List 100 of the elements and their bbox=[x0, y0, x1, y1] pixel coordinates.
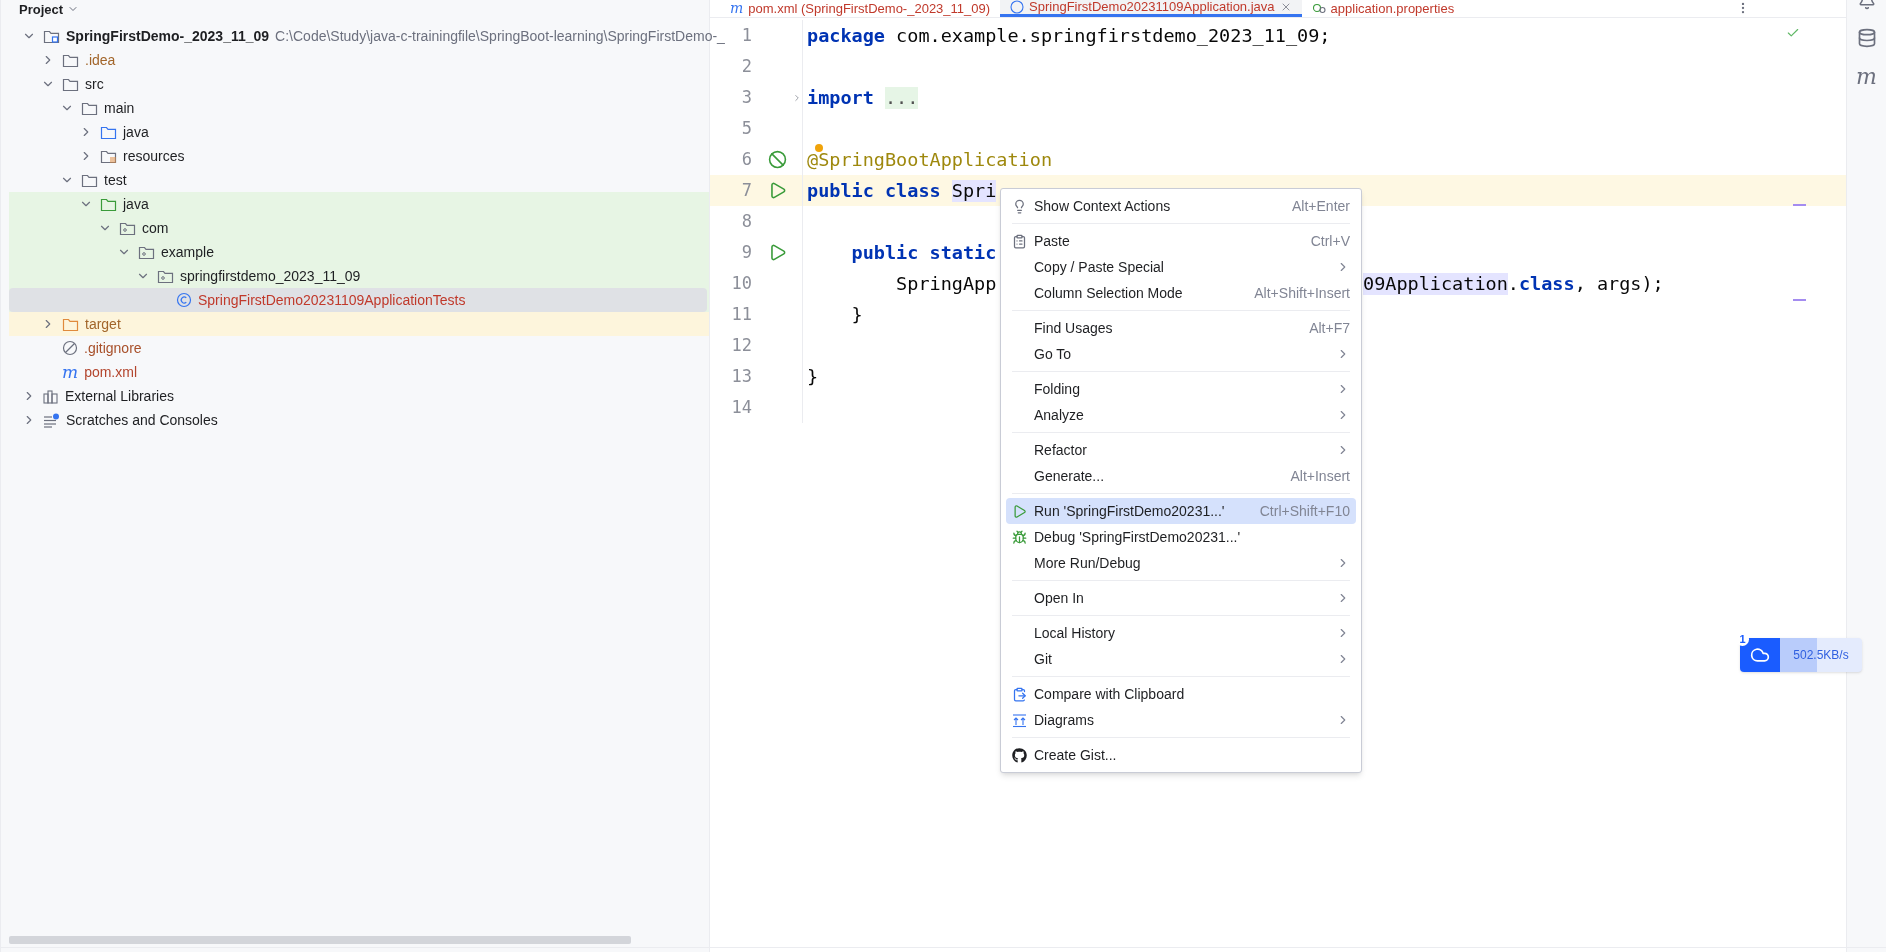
code-text: package bbox=[807, 24, 885, 47]
bug-icon bbox=[1012, 529, 1027, 545]
folder-icon bbox=[100, 196, 117, 212]
line-number: 3 bbox=[740, 85, 752, 109]
line-number: 5 bbox=[740, 116, 752, 140]
panel-title[interactable]: Project bbox=[19, 2, 64, 16]
tab-label: SpringFirstDemo20231109Application.java bbox=[1029, 0, 1275, 13]
menu-item[interactable]: Local History bbox=[1006, 620, 1356, 646]
tree-item[interactable]: java bbox=[9, 192, 707, 216]
tree-item[interactable]: example bbox=[9, 240, 707, 264]
menu-item[interactable]: Create Gist... bbox=[1006, 742, 1356, 768]
item-label: springfirstdemo_2023_11_09 bbox=[180, 266, 361, 286]
folder-icon bbox=[100, 148, 117, 164]
tree-item[interactable]: target bbox=[9, 312, 707, 336]
folder-icon bbox=[62, 52, 79, 68]
tree-item[interactable]: test bbox=[9, 168, 707, 192]
menu-item[interactable]: Folding bbox=[1006, 376, 1356, 402]
maven-icon[interactable]: m bbox=[1856, 66, 1877, 88]
tree-item[interactable]: m pom.xml bbox=[9, 360, 707, 384]
editor-tab[interactable]: SpringFirstDemo20231109Application.java bbox=[1000, 0, 1302, 17]
horizontal-scrollbar[interactable] bbox=[9, 936, 631, 944]
shortcut-label: Ctrl+Shift+F10 bbox=[1259, 501, 1350, 521]
project-path: C:\Code\Study\java-c-trainingfile\SpringBoot-learning\SpringFirstDemo-_ bbox=[275, 26, 725, 46]
tree-item[interactable]: SpringFirstDemo-_2023_11_09 C:\Code\Study\java-c-trainingfile\SpringBoot-learning\SpringFirstDemo-_ bbox=[9, 24, 725, 48]
item-label: test bbox=[104, 170, 127, 190]
editor-tab[interactable]: application.properties bbox=[1301, 0, 1465, 17]
menu-item[interactable]: Go To bbox=[1006, 341, 1356, 367]
change-marker bbox=[1793, 299, 1806, 301]
item-label: resources bbox=[123, 146, 185, 166]
tree-item[interactable]: com bbox=[9, 216, 707, 240]
code-text: public class bbox=[807, 179, 942, 202]
line-number: 2 bbox=[740, 54, 752, 78]
menu-item[interactable]: Diagrams bbox=[1006, 707, 1356, 733]
line-number: 13 bbox=[730, 364, 752, 388]
code-text: , args); bbox=[1574, 272, 1664, 295]
class-icon bbox=[176, 292, 192, 308]
menu-item[interactable]: Refactor bbox=[1006, 437, 1356, 463]
item-label: com bbox=[142, 218, 169, 238]
code-text: } bbox=[850, 303, 863, 326]
settings-file-icon bbox=[1311, 1, 1326, 15]
item-label: java bbox=[123, 122, 149, 142]
menu-item[interactable]: Find Usages Alt+F7 bbox=[1006, 315, 1356, 341]
menu-item-label: Folding bbox=[1034, 379, 1080, 399]
code-text: import bbox=[807, 86, 875, 109]
item-label: SpringFirstDemo-_2023_11_09 bbox=[66, 26, 270, 46]
scratches-icon bbox=[43, 412, 60, 428]
class-icon bbox=[1010, 0, 1025, 14]
line-number: 8 bbox=[740, 209, 752, 233]
diagram-icon bbox=[1012, 712, 1027, 728]
lightbulb-icon bbox=[1012, 198, 1027, 214]
tree-item[interactable]: src bbox=[9, 72, 707, 96]
menu-item[interactable]: Generate... Alt+Insert bbox=[1006, 463, 1356, 489]
tree-item[interactable]: springfirstdemo_2023_11_09 bbox=[9, 264, 707, 288]
ignored-icon bbox=[62, 340, 78, 356]
module-icon bbox=[43, 28, 60, 44]
shortcut-label: Ctrl+V bbox=[1310, 231, 1350, 251]
menu-item[interactable]: Analyze bbox=[1006, 402, 1356, 428]
menu-item[interactable]: Paste Ctrl+V bbox=[1006, 228, 1356, 254]
menu-item-label: Local History bbox=[1034, 623, 1115, 643]
menu-item[interactable]: Show Context Actions Alt+Enter bbox=[1006, 193, 1356, 219]
item-label: .gitignore bbox=[84, 338, 142, 358]
folder-icon bbox=[81, 100, 98, 116]
speed-label: 502.5KB/s bbox=[1793, 647, 1849, 664]
no-problems-icon[interactable] bbox=[1786, 26, 1800, 40]
maven-icon: m bbox=[62, 363, 79, 381]
menu-item[interactable]: Debug 'SpringFirstDemo20231...' bbox=[1006, 524, 1356, 550]
shortcut-label: Alt+Shift+Insert bbox=[1254, 283, 1350, 303]
item-label: External Libraries bbox=[65, 386, 174, 406]
tree-item[interactable]: main bbox=[9, 96, 707, 120]
tree-item[interactable]: .gitignore bbox=[9, 336, 707, 360]
line-number: 10 bbox=[730, 271, 752, 295]
tree-item[interactable]: SpringFirstDemo20231109ApplicationTests bbox=[9, 288, 707, 312]
folder-icon bbox=[100, 124, 117, 140]
cloud-icon bbox=[1750, 645, 1770, 665]
menu-item[interactable]: Copy / Paste Special bbox=[1006, 254, 1356, 280]
menu-item[interactable]: Compare with Clipboard bbox=[1006, 681, 1356, 707]
menu-item[interactable]: Open In bbox=[1006, 585, 1356, 611]
menu-item[interactable]: Run 'SpringFirstDemo20231...' Ctrl+Shift+F10 bbox=[1006, 498, 1356, 524]
tree-item[interactable]: Scratches and Consoles bbox=[9, 408, 707, 432]
bean-icon[interactable] bbox=[767, 150, 787, 169]
tree-item[interactable]: External Libraries bbox=[9, 384, 707, 408]
tree-item[interactable]: .idea bbox=[9, 48, 707, 72]
item-label: main bbox=[104, 98, 135, 118]
menu-item-label: Debug 'SpringFirstDemo20231...' bbox=[1034, 527, 1241, 547]
github-icon bbox=[1012, 747, 1027, 763]
code-text: class bbox=[1518, 272, 1575, 295]
menu-item[interactable]: Column Selection Mode Alt+Shift+Insert bbox=[1006, 280, 1356, 306]
menu-item-label: Paste bbox=[1034, 231, 1070, 251]
folded-code[interactable]: ... bbox=[884, 86, 919, 109]
clipboard-icon bbox=[1012, 233, 1027, 249]
database-icon[interactable] bbox=[1856, 28, 1877, 48]
menu-item[interactable]: More Run/Debug bbox=[1006, 550, 1356, 576]
tree-item[interactable]: resources bbox=[9, 144, 707, 168]
tree-item[interactable]: java bbox=[9, 120, 707, 144]
item-label: target bbox=[85, 314, 121, 334]
item-label: java bbox=[123, 194, 149, 214]
menu-item[interactable]: Git bbox=[1006, 646, 1356, 672]
run-icon bbox=[1012, 503, 1027, 519]
editor-tab[interactable]: m pom.xml (SpringFirstDemo-_2023_11_09) bbox=[720, 0, 1001, 17]
line-number: 12 bbox=[730, 333, 752, 357]
